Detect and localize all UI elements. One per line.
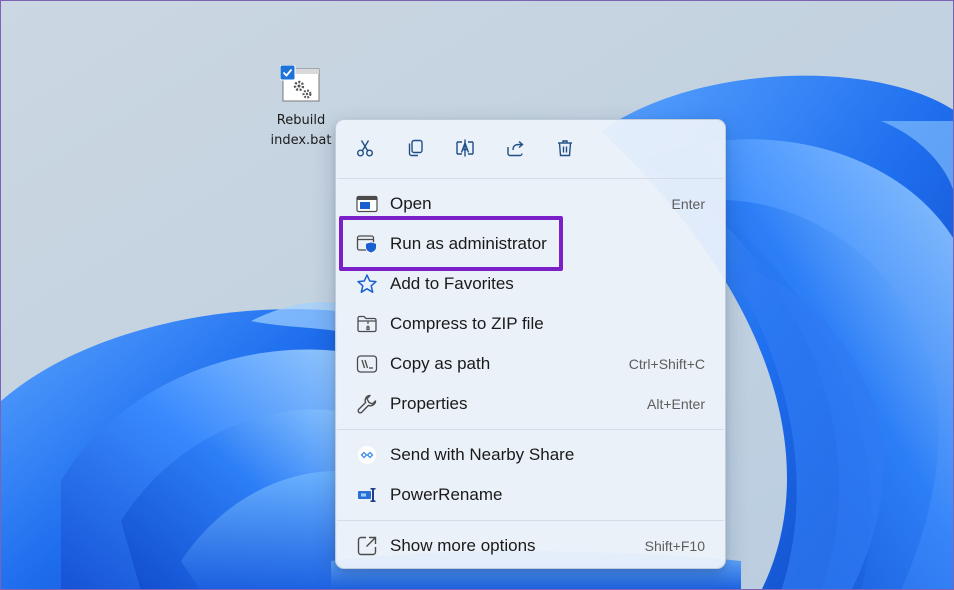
copy-path-icon bbox=[355, 352, 379, 376]
menu-item-run-as-administrator[interactable]: Run as administrator bbox=[341, 224, 722, 264]
zip-folder-icon bbox=[355, 312, 379, 336]
menu-item-label: Copy as path bbox=[390, 354, 491, 373]
cut-button[interactable] bbox=[349, 134, 381, 166]
rename-button[interactable] bbox=[449, 134, 481, 166]
menu-item-label: Show more options bbox=[390, 536, 536, 555]
nearby-share-icon bbox=[355, 443, 379, 467]
menu-item-add-to-favorites[interactable]: Add to Favorites bbox=[341, 264, 722, 304]
copy-icon bbox=[405, 138, 425, 163]
quick-actions-bar bbox=[336, 120, 725, 178]
menu-item-shortcut: Alt+Enter bbox=[647, 396, 705, 412]
menu-item-powerrename[interactable]: PowerRename bbox=[341, 475, 722, 515]
delete-button[interactable] bbox=[549, 134, 581, 166]
menu-divider bbox=[337, 520, 724, 521]
menu-item-compress-to-zip[interactable]: Compress to ZIP file bbox=[341, 304, 722, 344]
menu-divider bbox=[337, 178, 724, 179]
desktop-file-label-line1: Rebuild bbox=[276, 113, 326, 128]
desktop-file-icon[interactable]: Rebuild index.bat bbox=[263, 64, 339, 151]
share-button[interactable] bbox=[499, 134, 531, 166]
admin-shield-icon bbox=[355, 232, 379, 256]
menu-item-copy-as-path[interactable]: Copy as path Ctrl+Shift+C bbox=[341, 344, 722, 384]
menu-item-label: Run as administrator bbox=[390, 234, 547, 253]
batch-file-gear-icon bbox=[279, 64, 322, 103]
desktop-file-label: Rebuild index.bat bbox=[263, 111, 339, 151]
menu-item-shortcut: Shift+F10 bbox=[644, 538, 705, 554]
desktop-file-label-line2: index.bat bbox=[270, 133, 332, 148]
context-menu: Open Enter Run as administrator Add to F… bbox=[335, 119, 726, 569]
menu-item-open[interactable]: Open Enter bbox=[341, 184, 722, 224]
desktop: Rebuild index.bat Open Enter Run as admi… bbox=[0, 0, 954, 590]
menu-item-shortcut: Ctrl+Shift+C bbox=[628, 356, 705, 372]
menu-item-show-more-options[interactable]: Show more options Shift+F10 bbox=[341, 526, 722, 566]
trash-icon bbox=[555, 138, 575, 163]
menu-item-shortcut: Enter bbox=[671, 196, 705, 212]
open-window-icon bbox=[355, 192, 379, 216]
wrench-icon bbox=[355, 392, 379, 416]
menu-item-label: Properties bbox=[390, 394, 468, 413]
menu-item-label: PowerRename bbox=[390, 485, 503, 504]
star-icon bbox=[355, 272, 379, 296]
copy-button[interactable] bbox=[399, 134, 431, 166]
menu-item-properties[interactable]: Properties Alt+Enter bbox=[341, 384, 722, 424]
menu-item-label: Send with Nearby Share bbox=[390, 445, 575, 464]
share-icon bbox=[505, 138, 525, 163]
menu-divider bbox=[337, 429, 724, 430]
menu-item-label: Add to Favorites bbox=[390, 274, 514, 293]
menu-item-label: Open bbox=[390, 194, 432, 213]
scissors-icon bbox=[355, 138, 375, 163]
rename-icon bbox=[454, 138, 476, 163]
show-more-icon bbox=[355, 534, 379, 558]
powerrename-icon bbox=[355, 483, 379, 507]
menu-item-send-with-nearby-share[interactable]: Send with Nearby Share bbox=[341, 435, 722, 475]
menu-item-label: Compress to ZIP file bbox=[390, 314, 544, 333]
